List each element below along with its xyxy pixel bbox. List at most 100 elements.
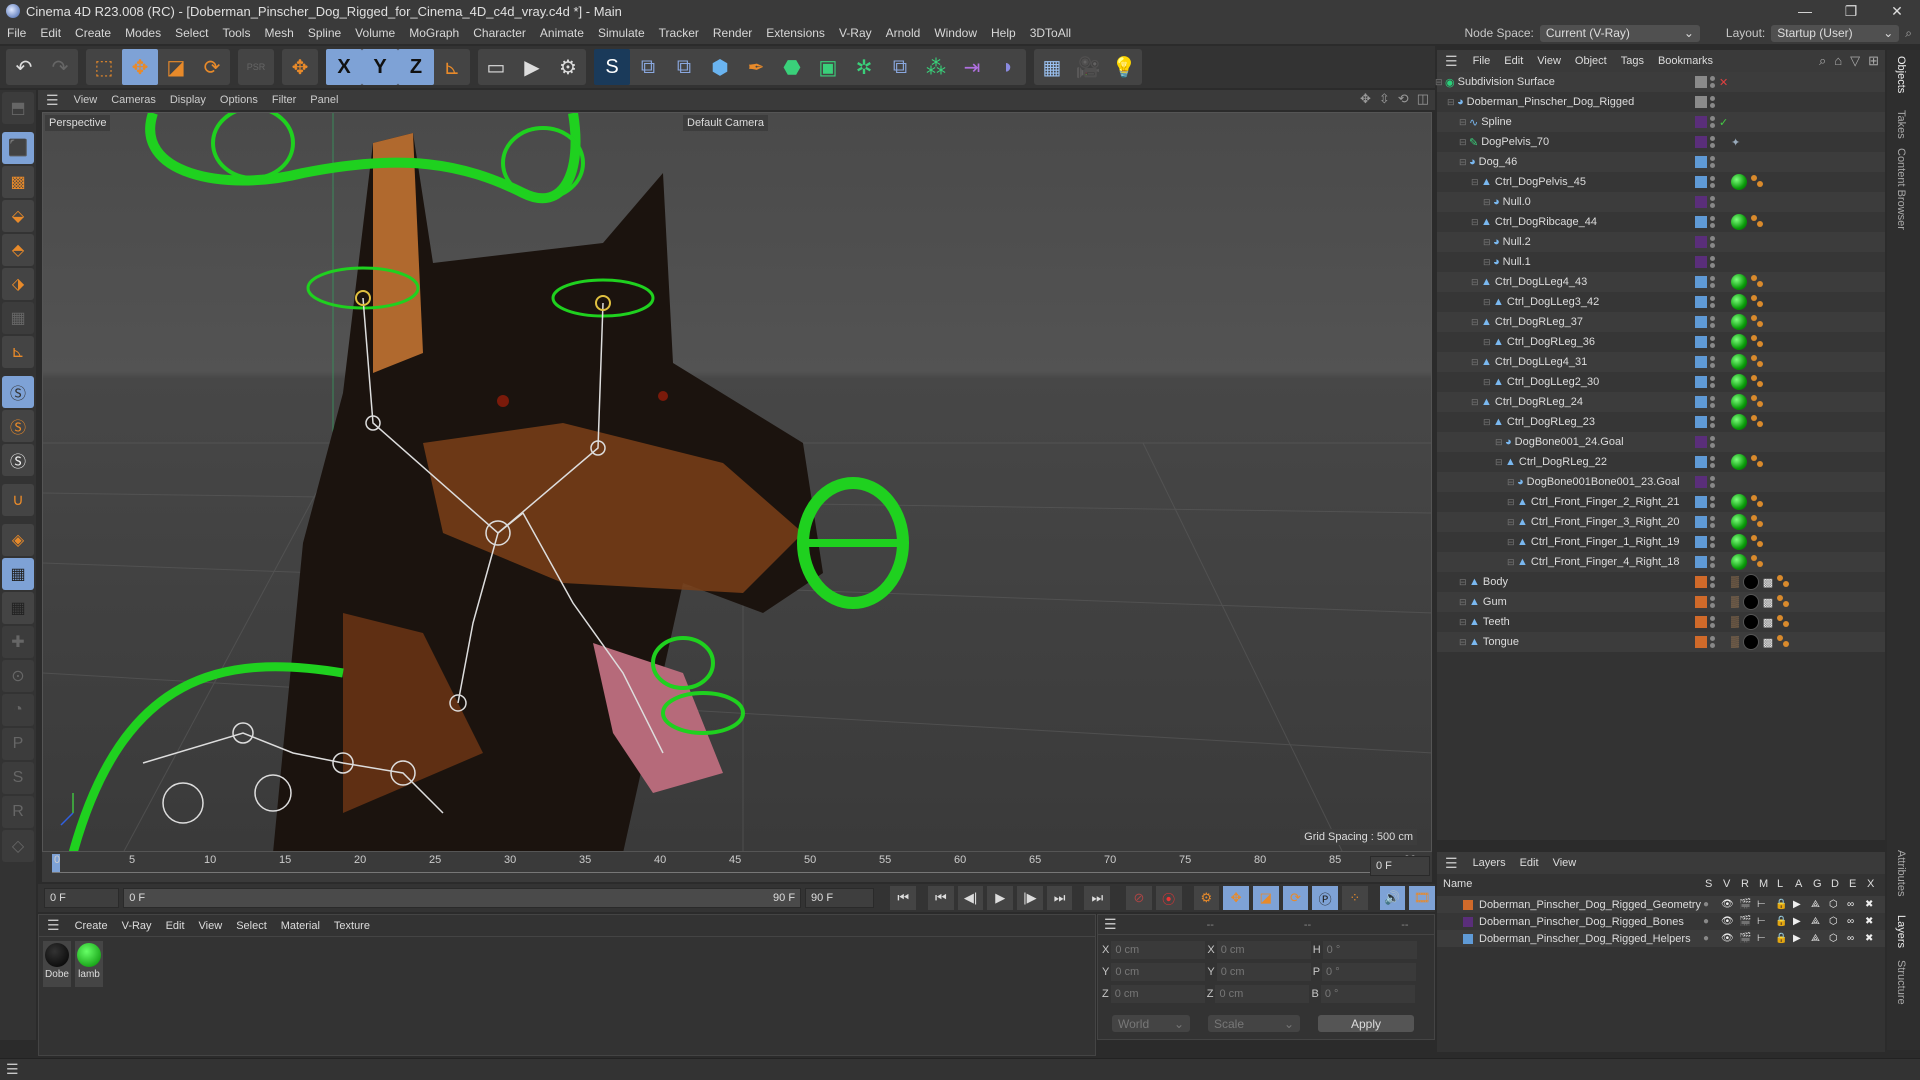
layer-color-chip[interactable] <box>1695 636 1707 648</box>
visibility-dots[interactable] <box>1710 176 1716 188</box>
layer-solo-icon[interactable]: ● <box>1703 899 1709 910</box>
layer-column-a[interactable]: A <box>1795 878 1802 890</box>
menu-3dtoall[interactable]: 3DToAll <box>1023 26 1078 40</box>
object-row[interactable]: ⊟ ▲ Ctrl_Front_Finger_2_Right_21 <box>1437 492 1885 512</box>
object-name[interactable]: Ctrl_DogRibcage_44 <box>1495 216 1597 228</box>
points-mode-icon[interactable]: ⬙ <box>2 200 34 232</box>
display-tag-icon[interactable] <box>1731 554 1747 570</box>
visibility-dots[interactable] <box>1710 496 1716 508</box>
layer-color-chip[interactable] <box>1463 933 1473 944</box>
light-icon[interactable]: 💡 <box>1106 49 1142 85</box>
display-tag-icon[interactable] <box>1731 354 1747 370</box>
layer-generators-icon[interactable]: ⟁ <box>1811 899 1820 910</box>
layer-xref-icon[interactable]: ✖ <box>1865 933 1873 944</box>
visibility-dots[interactable] <box>1710 436 1716 448</box>
ik-tag-icon[interactable] <box>1751 495 1765 509</box>
object-row[interactable]: ⊟ ▲ Tongue ▒ ▩ <box>1437 632 1885 652</box>
uvw-tag-icon[interactable]: ▩ <box>1763 596 1773 609</box>
key-position-icon[interactable]: ✥ <box>1223 886 1249 910</box>
layer-color-chip[interactable] <box>1695 576 1707 588</box>
ik-tag-icon[interactable] <box>1751 555 1765 569</box>
object-name[interactable]: Null.2 <box>1503 236 1531 248</box>
ik-tag-icon[interactable] <box>1751 295 1765 309</box>
layer-locked-icon[interactable]: 🔒 <box>1775 899 1787 910</box>
hamburger-menu-icon[interactable]: ☰ <box>1098 916 1117 933</box>
layer-manager-icon[interactable]: ⊢ <box>1757 916 1766 927</box>
layer-column-s[interactable]: S <box>1705 878 1712 890</box>
visibility-dots[interactable] <box>1710 276 1716 288</box>
go-to-end-button[interactable]: ⏭ <box>1084 886 1111 910</box>
menu-mograph[interactable]: MoGraph <box>402 26 466 40</box>
disabled-x-icon[interactable]: ✕ <box>1719 76 1728 89</box>
tree-expander-icon[interactable]: ⊟ <box>1507 557 1515 568</box>
sound-icon[interactable]: 🔊 <box>1379 886 1406 910</box>
search-icon[interactable]: ⌕ <box>1905 26 1912 41</box>
y-axis-lock[interactable]: Y <box>362 49 398 85</box>
layer-visible-icon[interactable]: 👁 <box>1721 933 1734 944</box>
model-mode-icon[interactable]: ⬛ <box>2 132 34 164</box>
object-name[interactable]: Ctrl_Front_Finger_2_Right_21 <box>1531 496 1680 508</box>
workplane-icon[interactable]: ◈ <box>2 524 34 556</box>
uvw-tag-icon[interactable]: ▩ <box>1763 636 1773 649</box>
layer-color-chip[interactable] <box>1695 116 1707 128</box>
tree-expander-icon[interactable]: ⊟ <box>1471 277 1479 288</box>
layer-render-icon[interactable]: 🎬 <box>1739 899 1751 910</box>
viewport-layout-icon[interactable]: ◫ <box>1417 91 1429 107</box>
material-menu-view[interactable]: View <box>192 920 230 932</box>
visibility-dots[interactable] <box>1710 376 1716 388</box>
visibility-dots[interactable] <box>1710 136 1716 148</box>
hamburger-menu-icon[interactable]: ☰ <box>39 917 68 934</box>
layer-name[interactable]: Doberman_Pinscher_Dog_Rigged_Geometry <box>1479 899 1701 911</box>
object-name[interactable]: Dog_46 <box>1479 156 1518 168</box>
layer-deformers-icon[interactable]: ⬡ <box>1829 899 1838 910</box>
skin-tag-icon[interactable] <box>1777 635 1791 649</box>
position-field[interactable]: 0 cm <box>1111 941 1206 959</box>
minimize-button[interactable]: — <box>1782 0 1828 22</box>
tree-expander-icon[interactable]: ⊟ <box>1483 257 1491 268</box>
pin-target-icon[interactable]: ⊙ <box>2 660 34 692</box>
transform-mode-select[interactable]: Scale ⌄ <box>1208 1015 1300 1032</box>
key-rotation-icon[interactable]: ⟳ <box>1282 886 1309 910</box>
layer-manager-icon[interactable]: ⊢ <box>1757 899 1766 910</box>
object-name[interactable]: Ctrl_DogRLeg_37 <box>1495 316 1583 328</box>
hamburger-menu-icon[interactable]: ☰ <box>1437 855 1466 872</box>
visibility-dots[interactable] <box>1710 76 1716 88</box>
tab-takes[interactable]: Takes <box>1895 110 1907 139</box>
layout-select[interactable]: Startup (User) ⌄ <box>1771 24 1900 42</box>
uvw-tag-icon[interactable]: ▩ <box>1763 576 1773 589</box>
ik-tag-icon[interactable] <box>1751 175 1765 189</box>
layer-color-chip[interactable] <box>1695 596 1707 608</box>
object-row[interactable]: ⊟ ∿ Spline ✓ <box>1437 112 1885 132</box>
tab-structure[interactable]: Structure <box>1895 960 1907 1005</box>
layer-generators-icon[interactable]: ⟁ <box>1811 916 1820 927</box>
tree-expander-icon[interactable]: ⊟ <box>1495 437 1503 448</box>
viewport-menu-view[interactable]: View <box>67 94 105 106</box>
tree-expander-icon[interactable]: ⊟ <box>1507 537 1515 548</box>
x-axis-lock[interactable]: X <box>326 49 362 85</box>
cube-icon[interactable]: ⬢ <box>702 49 738 85</box>
vray-logo-icon[interactable]: S <box>594 49 630 85</box>
position-field[interactable]: 0 cm <box>1111 963 1206 981</box>
object-name[interactable]: Spline <box>1481 116 1512 128</box>
viewport-menu-options[interactable]: Options <box>213 94 265 106</box>
layer-color-chip[interactable] <box>1695 276 1707 288</box>
tab-content-browser[interactable]: Content Browser <box>1895 148 1907 230</box>
layer-name[interactable]: Doberman_Pinscher_Dog_Rigged_Bones <box>1479 916 1684 928</box>
ik-tag-icon[interactable] <box>1751 415 1765 429</box>
visibility-dots[interactable] <box>1710 216 1716 228</box>
pin-p-icon[interactable]: P <box>2 728 34 760</box>
layer-expressions-icon[interactable]: ∞ <box>1847 916 1854 927</box>
visibility-dots[interactable] <box>1710 336 1716 348</box>
psr-tool[interactable]: PSR <box>238 49 274 85</box>
workplane-align-icon[interactable]: ▦ <box>2 592 34 624</box>
hamburger-menu-icon[interactable]: ☰ <box>38 92 67 109</box>
object-row[interactable]: ⊟ ◕ DogBone001_24.Goal <box>1437 432 1885 452</box>
layer-color-chip[interactable] <box>1695 76 1707 88</box>
object-row[interactable]: ⊟ ▲ Ctrl_DogRLeg_37 <box>1437 312 1885 332</box>
tab-attributes[interactable]: Attributes <box>1895 850 1907 896</box>
tree-expander-icon[interactable]: ⊟ <box>1483 337 1491 348</box>
viewport-zoom-icon[interactable]: ⇳ <box>1379 91 1390 107</box>
menu-spline[interactable]: Spline <box>301 26 348 40</box>
visibility-dots[interactable] <box>1710 296 1716 308</box>
display-tag-icon[interactable] <box>1731 494 1747 510</box>
